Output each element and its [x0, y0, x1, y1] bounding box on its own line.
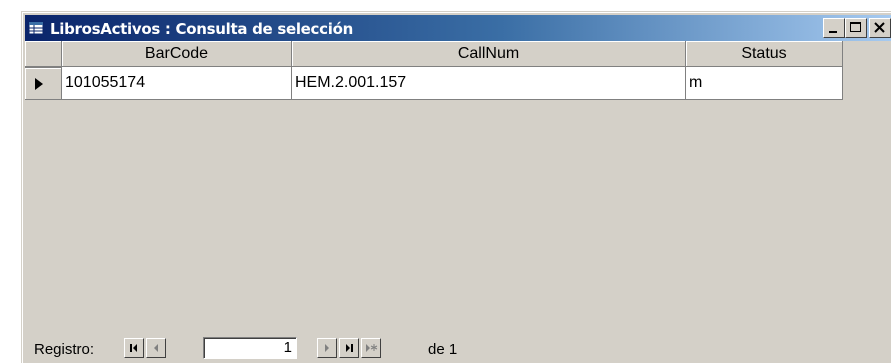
datasheet-icon: [28, 21, 44, 35]
close-button[interactable]: [869, 18, 891, 38]
select-all-corner[interactable]: [25, 41, 62, 67]
close-icon: [874, 22, 885, 33]
new-record-button[interactable]: [361, 338, 381, 358]
column-header-callnum[interactable]: CallNum: [292, 41, 686, 67]
next-record-button[interactable]: [317, 338, 337, 358]
new-record-icon: [366, 344, 378, 352]
first-record-button[interactable]: [124, 338, 144, 358]
title-bar[interactable]: LibrosActivos : Consulta de selección: [25, 15, 891, 41]
previous-record-icon: [154, 344, 158, 352]
callnum-cell[interactable]: HEM.2.001.157: [292, 67, 686, 100]
minimize-button[interactable]: [823, 18, 845, 38]
first-record-icon: [130, 344, 137, 352]
record-total: 1: [448, 341, 458, 358]
last-record-icon: [346, 344, 353, 352]
datasheet-grid: BarCode CallNum Status 101055174 HEM.2.0…: [25, 41, 843, 100]
record-selector[interactable]: [25, 67, 62, 100]
header-row: BarCode CallNum Status: [25, 41, 843, 67]
window-title: LibrosActivos : Consulta de selección: [50, 20, 353, 38]
column-header-status[interactable]: Status: [686, 41, 843, 67]
maximize-icon: [850, 22, 861, 32]
record-label: Registro:: [34, 341, 95, 358]
status-cell[interactable]: m: [686, 67, 843, 100]
last-record-button[interactable]: [339, 338, 359, 358]
barcode-cell[interactable]: 101055174: [62, 67, 292, 100]
current-record-arrow-icon: [35, 78, 43, 90]
table-row: 101055174 HEM.2.001.157 m: [25, 67, 843, 100]
record-number-input[interactable]: 1: [203, 337, 297, 359]
record-navigation-bar: Registro: 1 de 1: [25, 334, 891, 362]
minimize-icon: [829, 31, 837, 33]
previous-record-button[interactable]: [146, 338, 166, 358]
column-header-barcode[interactable]: BarCode: [62, 41, 292, 67]
next-record-icon: [325, 344, 329, 352]
record-count-text: de 1: [428, 341, 457, 358]
record-count-prefix: de: [428, 341, 445, 358]
query-window: LibrosActivos : Consulta de selección Ba…: [21, 11, 891, 363]
maximize-button[interactable]: [845, 18, 867, 38]
